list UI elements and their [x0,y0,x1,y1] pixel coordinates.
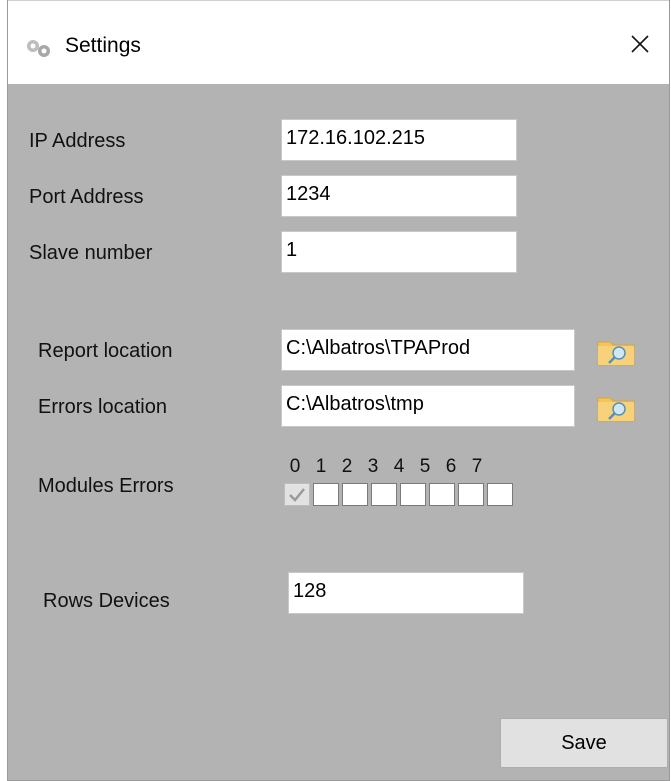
close-icon [629,33,651,60]
port-address-label: Port Address [29,186,144,208]
errors-location-label: Errors location [38,396,167,418]
settings-window: Settings IP Address 172.16.102.215 Port … [7,0,670,781]
title-bar[interactable]: Settings [8,0,669,84]
module-bit-label: 3 [367,456,379,477]
module-bit-label: 6 [445,456,457,477]
module-bit-label: 2 [341,456,353,477]
module-bit-label: 7 [471,456,483,477]
module-checkbox-5[interactable] [429,483,455,506]
rows-devices-input[interactable]: 128 [288,572,524,614]
module-checkbox-4[interactable] [400,483,426,506]
folder-search-icon[interactable] [596,335,636,367]
module-checkbox-2[interactable] [342,483,368,506]
port-address-input[interactable]: 1234 [281,175,517,217]
errors-location-input[interactable]: C:\Albatros\tmp [281,385,575,427]
slave-number-input[interactable]: 1 [281,231,517,273]
save-button[interactable]: Save [500,718,668,768]
check-icon [289,488,305,502]
module-checkbox-6[interactable] [458,483,484,506]
folder-search-icon[interactable] [596,391,636,423]
ip-address-label: IP Address [29,130,126,152]
gears-icon [24,37,54,59]
slave-number-label: Slave number [29,242,153,264]
modules-errors-label: Modules Errors [38,475,174,497]
module-checkbox-1[interactable] [313,483,339,506]
report-location-input[interactable]: C:\Albatros\TPAProd [281,329,575,371]
module-checkbox-0[interactable] [284,483,310,506]
module-checkbox-3[interactable] [371,483,397,506]
module-bit-label: 5 [419,456,431,477]
module-checkbox-7[interactable] [487,483,513,506]
close-button[interactable] [611,21,669,71]
module-bit-label: 0 [289,456,301,477]
window-title: Settings [65,34,141,57]
ip-address-input[interactable]: 172.16.102.215 [281,119,517,161]
module-bit-label: 1 [315,456,327,477]
rows-devices-label: Rows Devices [43,590,170,612]
report-location-label: Report location [38,340,173,362]
module-bit-label: 4 [393,456,405,477]
